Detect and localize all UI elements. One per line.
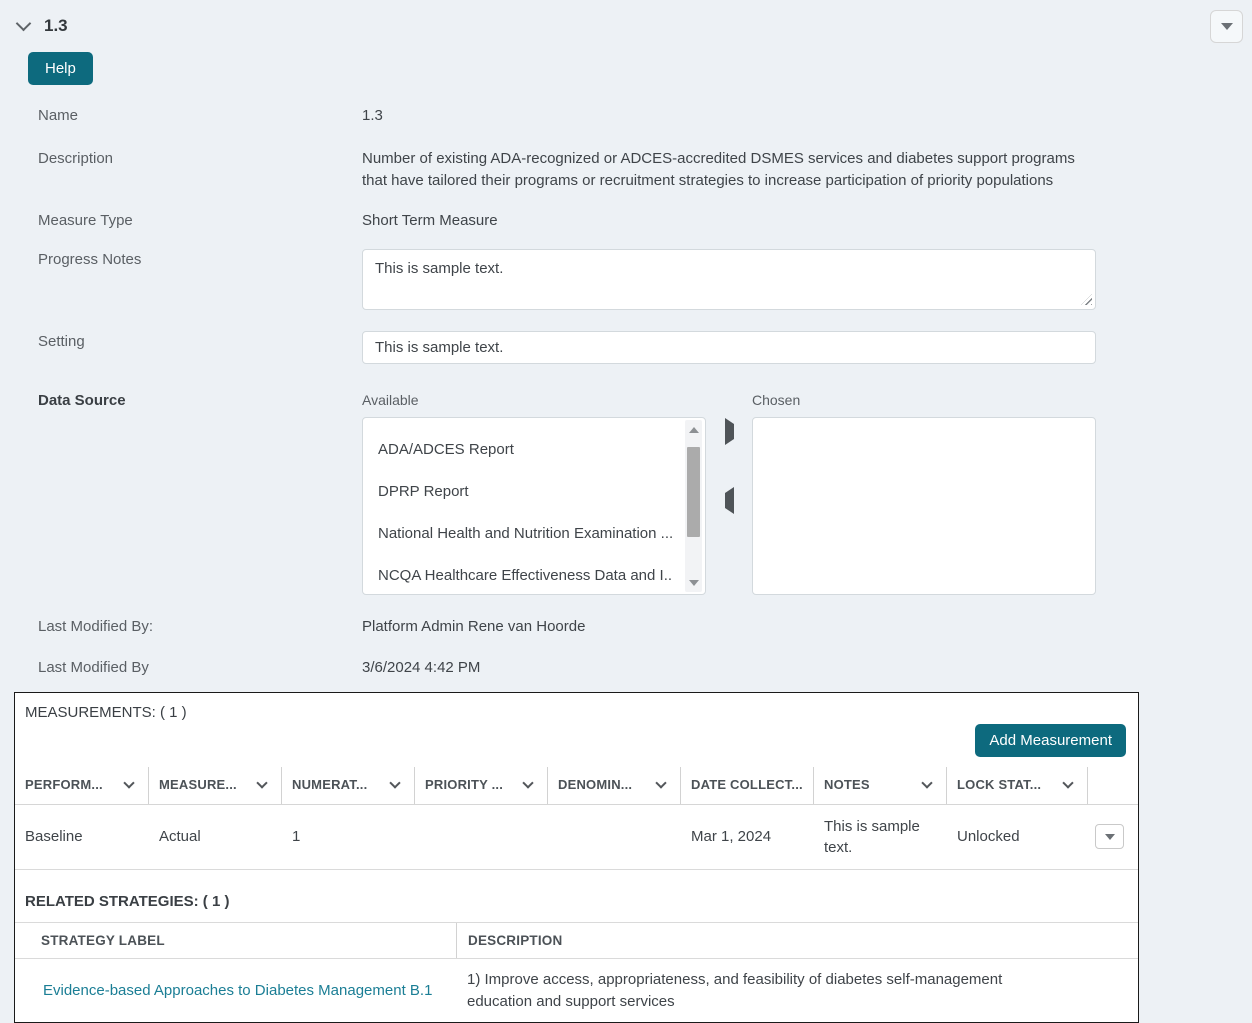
chosen-column: Chosen <box>752 390 1096 595</box>
cell-notes: This is sample text. <box>814 806 947 868</box>
progress-notes-textarea[interactable]: This is sample text. <box>362 249 1096 310</box>
scrollbar-thumb[interactable] <box>687 447 700 537</box>
cell-lock-status: Unlocked <box>947 816 1088 857</box>
cell-performance: Baseline <box>15 816 149 857</box>
progress-notes-label: Progress Notes <box>0 249 362 310</box>
sort-chevron-icon <box>1062 777 1073 788</box>
sort-chevron-icon <box>522 777 533 788</box>
cell-date-collected: Mar 1, 2024 <box>681 816 814 857</box>
column-header-date-collected[interactable]: DATE COLLECT... <box>681 767 814 804</box>
scrollbar[interactable] <box>685 420 702 592</box>
measurement-row: Baseline Actual 1 Mar 1, 2024 This is sa… <box>15 805 1138 870</box>
cell-measure: Actual <box>149 816 282 857</box>
last-modified-by-value: Platform Admin Rene van Hoorde <box>362 616 1096 638</box>
setting-label: Setting <box>0 331 362 364</box>
caret-down-icon <box>1105 834 1115 840</box>
last-modified-date-label: Last Modified By <box>0 657 362 679</box>
description-value: Number of existing ADA-recognized or ADC… <box>362 148 1096 192</box>
listbox-option[interactable]: ADA/ADCES Report <box>378 429 673 471</box>
column-header-priority[interactable]: PRIORITY ... <box>415 767 548 804</box>
chosen-label: Chosen <box>752 390 1096 410</box>
strategies-header-row: STRATEGY LABEL DESCRIPTION <box>15 923 1138 959</box>
measure-form: Name 1.3 Description Number of existing … <box>0 105 1252 679</box>
column-header-denominator[interactable]: DENOMIN... <box>548 767 681 804</box>
setting-input[interactable] <box>362 331 1096 364</box>
name-label: Name <box>0 105 362 127</box>
column-header-description: DESCRIPTION <box>456 923 1138 958</box>
listbox-option[interactable]: NCQA Healthcare Effectiveness Data and I… <box>378 555 673 597</box>
chosen-listbox[interactable] <box>752 417 1096 595</box>
add-measurement-button[interactable]: Add Measurement <box>975 724 1126 757</box>
available-listbox[interactable]: ADA/ADCES Report DPRP Report National He… <box>362 417 706 595</box>
move-to-chosen-button[interactable] <box>723 422 736 441</box>
measurements-section-title: MEASUREMENTS: ( 1 ) <box>15 693 1138 721</box>
page-title: 1.3 <box>44 16 68 36</box>
last-modified-date-value: 3/6/2024 4:42 PM <box>362 657 1096 679</box>
section-header: 1.3 <box>0 0 1252 36</box>
listbox-option[interactable]: DPRP Report <box>378 471 673 513</box>
sort-chevron-icon <box>921 777 932 788</box>
cell-priority <box>415 827 548 847</box>
form-row-last-modified-date: Last Modified By 3/6/2024 4:42 PM <box>0 657 1252 679</box>
form-row-setting: Setting <box>0 331 1252 364</box>
chevron-down-icon <box>16 16 32 32</box>
column-header-notes[interactable]: NOTES <box>814 767 947 804</box>
form-row-progress-notes: Progress Notes This is sample text. <box>0 249 1252 310</box>
measure-type-value: Short Term Measure <box>362 210 1096 232</box>
form-row-description: Description Number of existing ADA-recog… <box>0 148 1252 192</box>
sort-chevron-icon <box>256 777 267 788</box>
column-header-numerator[interactable]: NUMERAT... <box>282 767 415 804</box>
sort-chevron-icon <box>389 777 400 788</box>
column-header-performance[interactable]: PERFORM... <box>15 767 149 804</box>
scroll-up-icon <box>689 427 699 433</box>
scroll-down-button[interactable] <box>685 575 702 590</box>
column-header-actions <box>1088 767 1138 804</box>
row-menu-button[interactable] <box>1095 824 1124 849</box>
cell-denominator <box>548 827 681 847</box>
measure-detail-page: 1.3 Help Name 1.3 Description Number of … <box>0 0 1252 1023</box>
caret-down-icon <box>1221 23 1233 30</box>
available-column: Available ADA/ADCES Report DPRP Report N… <box>362 390 706 595</box>
data-source-label: Data Source <box>0 390 362 595</box>
section-menu-button[interactable] <box>1210 10 1243 43</box>
scroll-up-button[interactable] <box>685 422 702 437</box>
column-header-measure[interactable]: MEASURE... <box>149 767 282 804</box>
form-row-data-source: Data Source Available ADA/ADCES Report D… <box>0 390 1252 595</box>
sort-chevron-icon <box>655 777 666 788</box>
help-button[interactable]: Help <box>28 52 93 85</box>
measurements-header-row: PERFORM... MEASURE... NUMERAT... PRIORIT… <box>15 767 1138 805</box>
cell-numerator: 1 <box>282 816 415 857</box>
strategy-row: Evidence-based Approaches to Diabetes Ma… <box>15 959 1138 1023</box>
name-value: 1.3 <box>362 105 1096 127</box>
transfer-controls <box>706 390 752 595</box>
column-header-lock-status[interactable]: LOCK STAT... <box>947 767 1088 804</box>
arrow-right-icon <box>725 418 734 445</box>
description-label: Description <box>0 148 362 192</box>
measure-type-label: Measure Type <box>0 210 362 232</box>
sort-chevron-icon <box>123 777 134 788</box>
related-strategies-section-title: RELATED STRATEGIES: ( 1 ) <box>15 870 1138 923</box>
column-header-strategy-label: STRATEGY LABEL <box>15 923 456 958</box>
arrow-left-icon <box>725 487 734 514</box>
last-modified-by-label: Last Modified By: <box>0 616 362 638</box>
strategy-link[interactable]: Evidence-based Approaches to Diabetes Ma… <box>15 972 456 1009</box>
strategy-description: 1) Improve access, appropriateness, and … <box>456 959 1138 1023</box>
measurements-card: MEASUREMENTS: ( 1 ) Add Measurement PERF… <box>14 692 1139 1023</box>
listbox-option[interactable]: National Health and Nutrition Examinatio… <box>378 513 673 555</box>
form-row-measure-type: Measure Type Short Term Measure <box>0 210 1252 232</box>
form-row-last-modified-by: Last Modified By: Platform Admin Rene va… <box>0 616 1252 638</box>
scroll-down-icon <box>689 580 699 586</box>
collapse-toggle-button[interactable] <box>18 23 29 29</box>
form-row-name: Name 1.3 <box>0 105 1252 127</box>
move-to-available-button[interactable] <box>723 491 736 510</box>
available-label: Available <box>362 390 706 410</box>
